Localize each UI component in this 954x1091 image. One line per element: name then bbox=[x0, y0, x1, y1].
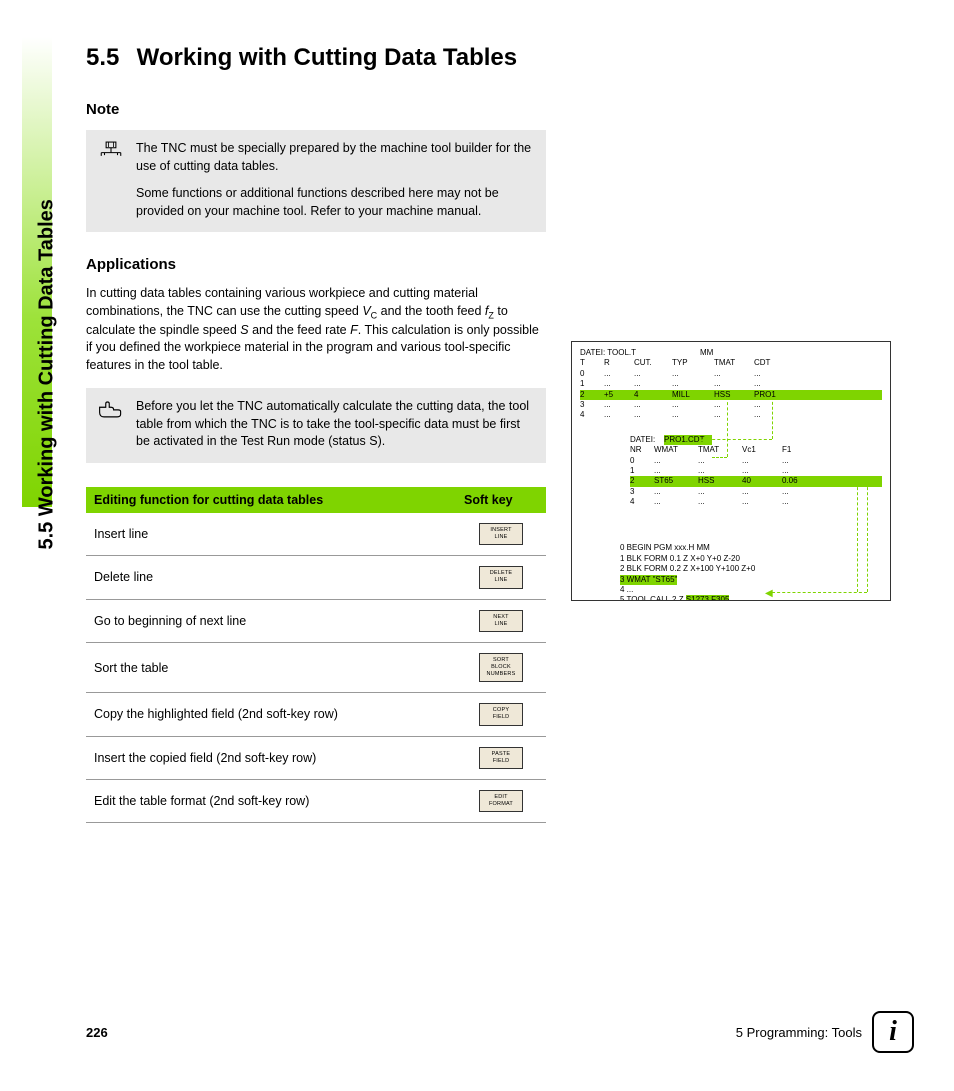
highlight-row-top: 2+54MILLHSSPRO1 bbox=[580, 390, 882, 400]
side-tab-label: 5.5 Working with Cutting Data Tables bbox=[36, 80, 59, 550]
applications-heading: Applications bbox=[86, 256, 884, 273]
tip-paragraph: Before you let the TNC automatically cal… bbox=[136, 398, 534, 451]
hand-icon bbox=[96, 396, 126, 426]
tip-box: Before you let the TNC automatically cal… bbox=[86, 388, 546, 463]
section-title-text: Working with Cutting Data Tables bbox=[137, 44, 517, 71]
table-row: Delete lineDELETE LINE bbox=[86, 556, 546, 599]
side-tab: 5.5 Working with Cutting Data Tables bbox=[22, 37, 52, 507]
section-title: 5.5 Working with Cutting Data Tables bbox=[86, 45, 884, 71]
page-number: 226 bbox=[86, 1025, 108, 1040]
note-paragraph-2: Some functions or additional functions d… bbox=[136, 185, 534, 220]
info-icon: i bbox=[872, 1011, 914, 1053]
table-row: Insert the copied field (2nd soft-key ro… bbox=[86, 736, 546, 779]
applications-body: In cutting data tables containing variou… bbox=[86, 285, 546, 374]
softkey-insert-line[interactable]: INSERT LINE bbox=[479, 523, 523, 545]
softkey-sort[interactable]: SORT BLOCK NUMBERS bbox=[479, 653, 523, 682]
tool-icon bbox=[96, 138, 126, 168]
softkey-next-line[interactable]: NEXT LINE bbox=[479, 610, 523, 632]
diagram-box: DATEI: TOOL.TMM T R CUT. TYP TMAT CDT 0.… bbox=[571, 341, 891, 601]
softkey-delete-line[interactable]: DELETE LINE bbox=[479, 566, 523, 588]
softkey-paste-field[interactable]: PASTE FIELD bbox=[479, 747, 523, 769]
editing-functions-table: Editing function for cutting data tables… bbox=[86, 487, 546, 823]
footer: 226 5 Programming: Tools i bbox=[86, 1011, 914, 1053]
table-row: Go to beginning of next lineNEXT LINE bbox=[86, 599, 546, 642]
note-heading: Note bbox=[86, 101, 884, 118]
section-number: 5.5 bbox=[86, 45, 130, 71]
note-paragraph-1: The TNC must be specially prepared by th… bbox=[136, 140, 534, 175]
highlight-row-mid: 2ST65HSS400.06 bbox=[630, 476, 882, 486]
chapter-label: 5 Programming: Tools bbox=[736, 1025, 862, 1040]
table-row: Sort the tableSORT BLOCK NUMBERS bbox=[86, 642, 546, 692]
table-row: Insert lineINSERT LINE bbox=[86, 513, 546, 556]
col-softkey: Soft key bbox=[456, 487, 546, 513]
note-box: The TNC must be specially prepared by th… bbox=[86, 130, 546, 232]
table-row: Copy the highlighted field (2nd soft-key… bbox=[86, 693, 546, 736]
softkey-copy-field[interactable]: COPY FIELD bbox=[479, 703, 523, 725]
table-row: Edit the table format (2nd soft-key row)… bbox=[86, 779, 546, 822]
col-function: Editing function for cutting data tables bbox=[86, 487, 456, 513]
softkey-edit-format[interactable]: EDIT FORMAT bbox=[479, 790, 523, 812]
